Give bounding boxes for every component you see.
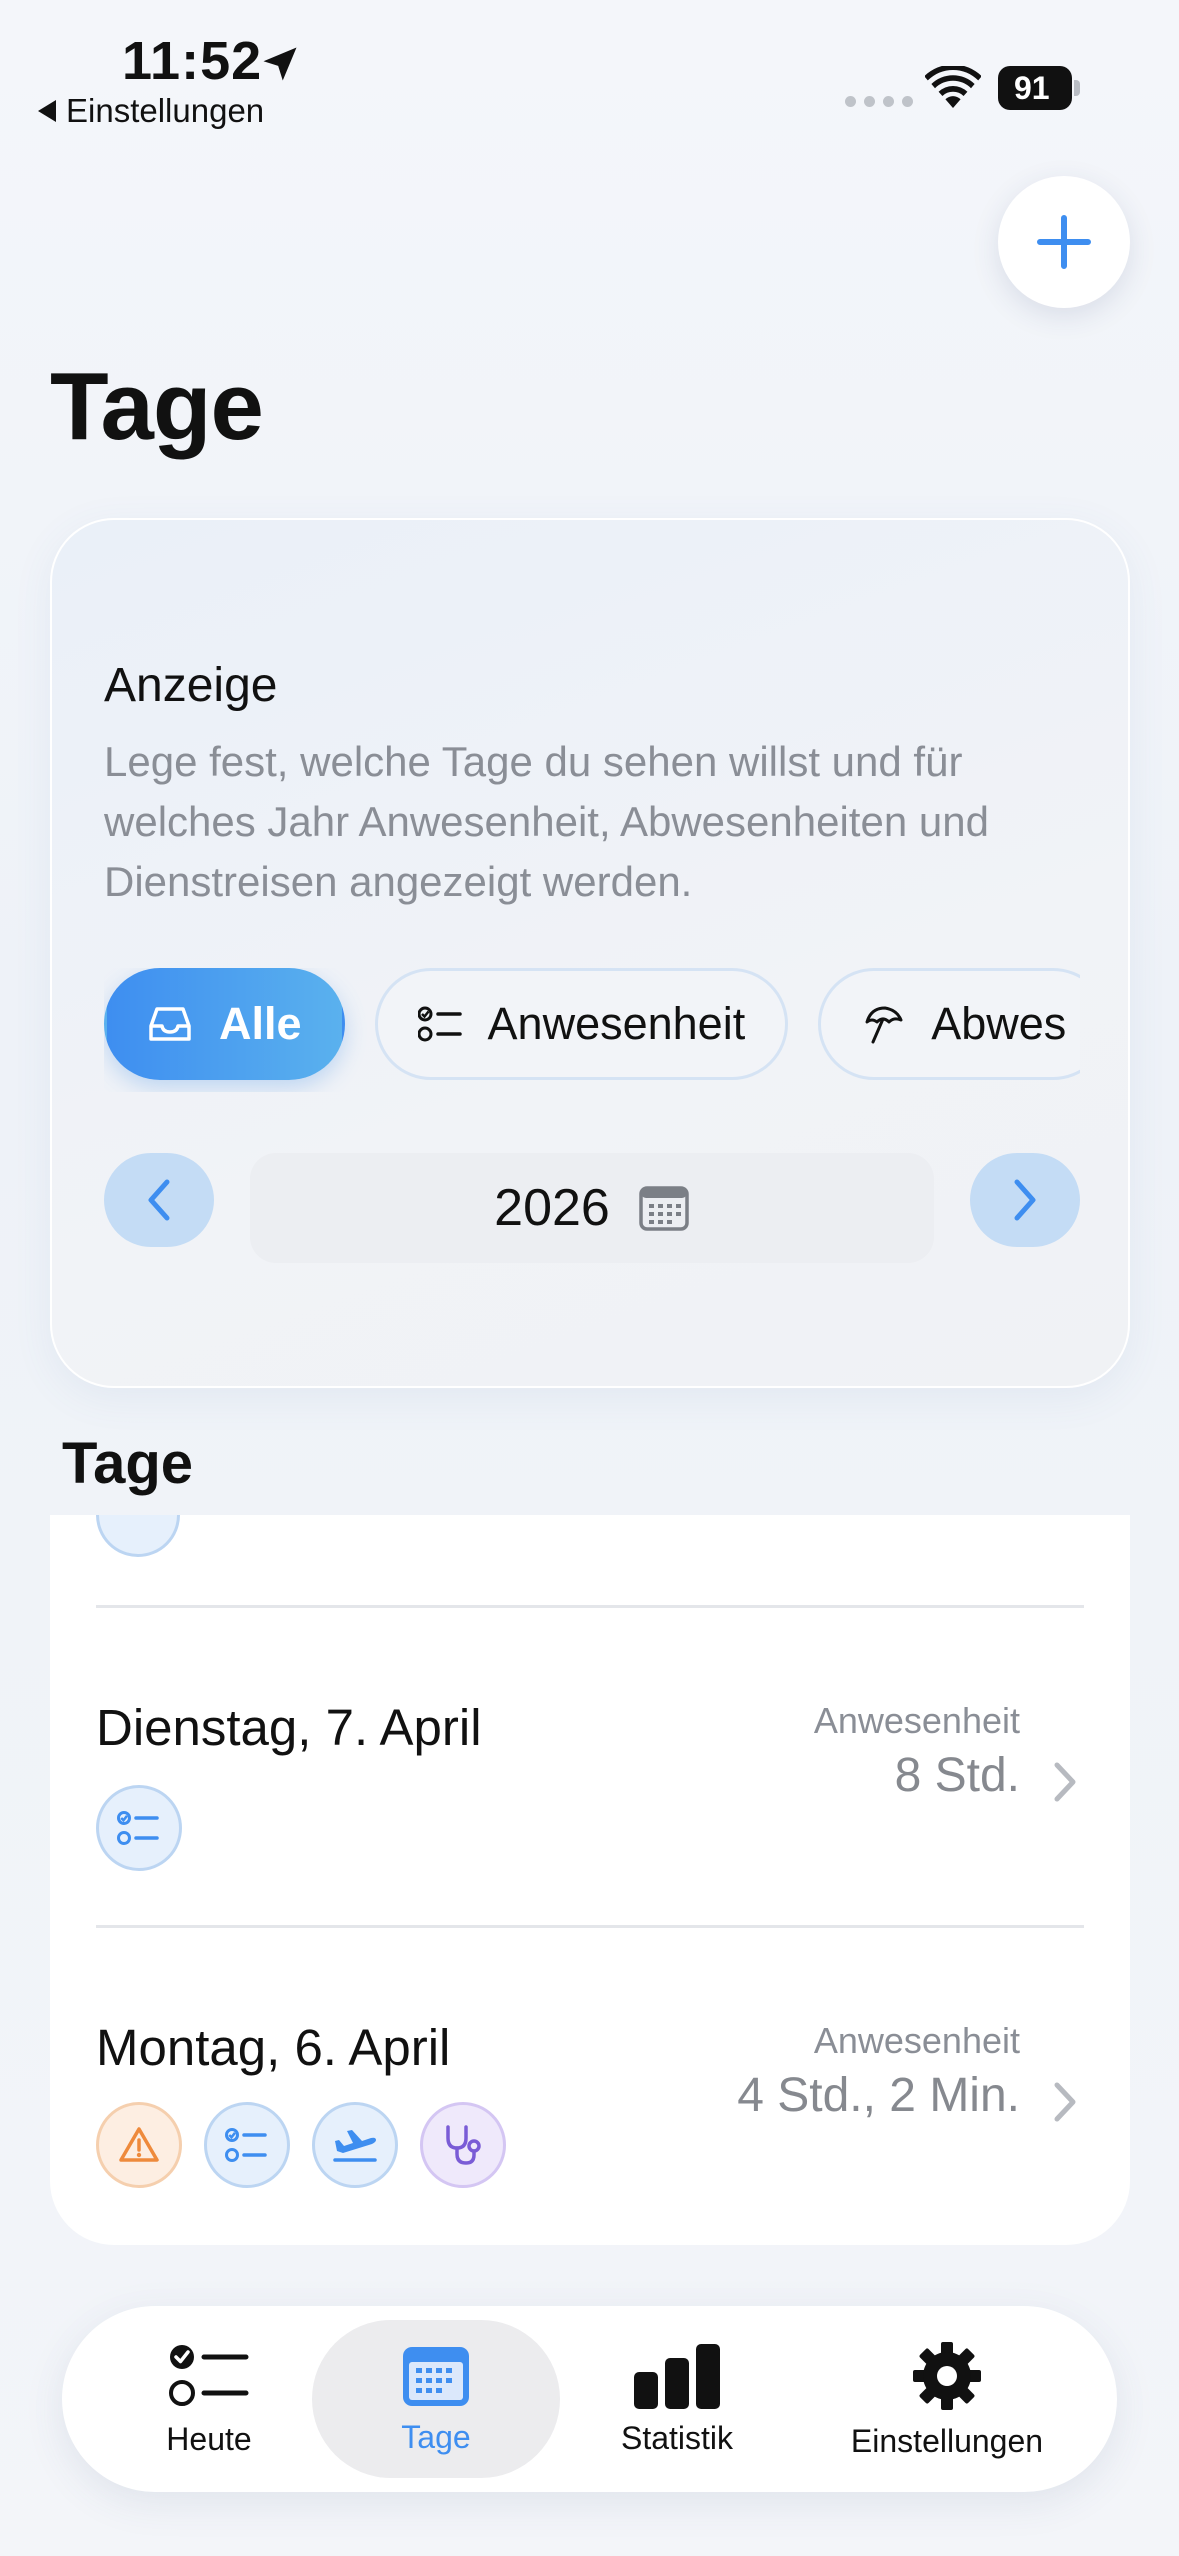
stethoscope-icon <box>420 2102 506 2188</box>
status-time: 11:52 <box>122 31 263 91</box>
day-badges <box>96 2102 506 2188</box>
wifi-icon <box>925 66 981 108</box>
add-day-button[interactable] <box>998 176 1130 308</box>
inbox-icon <box>149 1007 191 1041</box>
day-type: Anwesenheit <box>813 1700 1020 1741</box>
filter-chip-abwesenheit[interactable]: Abwes <box>818 968 1080 1080</box>
checklist-icon <box>204 2102 290 2188</box>
battery-icon: 91 <box>998 66 1080 110</box>
airplane-icon <box>312 2102 398 2188</box>
cellular-signal-icon <box>845 96 913 107</box>
checklist-icon <box>96 1785 182 1871</box>
filter-chip-alle[interactable]: Alle <box>104 968 345 1080</box>
card-heading: Anzeige <box>104 659 278 712</box>
tab-label: Statistik <box>620 2419 734 2456</box>
card-description: Lege fest, welche Tage du sehen willst u… <box>104 738 989 905</box>
tab-einstellungen[interactable]: Einstellungen <box>802 2320 1092 2478</box>
bar-chart-icon <box>634 2343 720 2409</box>
year-picker-button[interactable]: 2026 <box>250 1153 934 1263</box>
next-year-button[interactable] <box>970 1153 1080 1247</box>
umbrella-icon <box>865 1006 903 1044</box>
day-hours: 8 Std. <box>894 1749 1020 1802</box>
previous-year-button[interactable] <box>104 1153 214 1247</box>
plus-icon <box>1037 215 1091 269</box>
display-settings-card: Anzeige Lege fest, welche Tage du sehen … <box>50 518 1130 1388</box>
checklist-badge-partial <box>96 1515 180 1557</box>
back-to-app-link[interactable]: Einstellungen <box>38 92 264 130</box>
chevron-left-icon <box>148 1179 170 1221</box>
tab-tage[interactable]: Tage <box>312 2320 560 2478</box>
tab-label: Tage <box>401 2418 471 2455</box>
days-list: Dienstag, 7. April Anwesenheit 8 Std. Mo… <box>50 1515 1130 2245</box>
day-hours: 4 Std., 2 Min. <box>737 2069 1020 2122</box>
filter-chip-label: Abwes <box>931 998 1067 1049</box>
divider <box>96 1605 1084 1608</box>
day-date: Dienstag, 7. April <box>96 1699 482 1756</box>
checklist-icon <box>417 1006 462 1042</box>
warning-icon <box>96 2102 182 2188</box>
chevron-right-icon <box>1014 1179 1036 1221</box>
chevron-right-icon <box>1054 2082 1076 2122</box>
selected-year: 2026 <box>494 1179 610 1237</box>
page-title: Tage <box>50 353 264 460</box>
chevron-right-icon <box>1054 1762 1076 1802</box>
day-row-montag-6-april[interactable]: Montag, 6. April Anwesenheit 4 Std., 2 M… <box>50 1930 1130 2245</box>
calendar-icon <box>639 1186 689 1231</box>
location-arrow-icon <box>263 47 297 81</box>
filter-chips: Alle Anwesenheit Abwes <box>104 968 1080 1092</box>
back-link-label: Einstellungen <box>66 92 265 129</box>
year-selector: 2026 <box>104 1153 1080 1263</box>
divider <box>96 1925 1084 1928</box>
filter-chip-label: Alle <box>219 998 302 1049</box>
status-bar: 11:52 Einstellungen 91 <box>0 0 1179 140</box>
days-section-title: Tage <box>62 1431 194 1496</box>
back-triangle-icon <box>38 100 56 122</box>
calendar-icon <box>403 2346 469 2406</box>
day-date: Montag, 6. April <box>96 2019 451 2076</box>
day-type: Anwesenheit <box>813 2020 1020 2061</box>
tab-bar: Heute Tage Statistik Einstellungen <box>62 2306 1117 2492</box>
battery-level: 91 <box>998 66 1072 110</box>
tab-label: Heute <box>166 2420 252 2457</box>
tab-heute[interactable]: Heute <box>116 2320 302 2478</box>
checklist-icon <box>169 2344 249 2406</box>
tab-label: Einstellungen <box>850 2422 1044 2459</box>
day-row-dienstag-7-april[interactable]: Dienstag, 7. April Anwesenheit 8 Std. <box>50 1610 1130 1930</box>
filter-chip-anwesenheit[interactable]: Anwesenheit <box>374 968 789 1080</box>
filter-chip-label: Anwesenheit <box>487 998 746 1049</box>
tab-statistik[interactable]: Statistik <box>562 2320 792 2478</box>
day-badges <box>96 1785 182 1871</box>
gear-icon <box>913 2341 981 2410</box>
